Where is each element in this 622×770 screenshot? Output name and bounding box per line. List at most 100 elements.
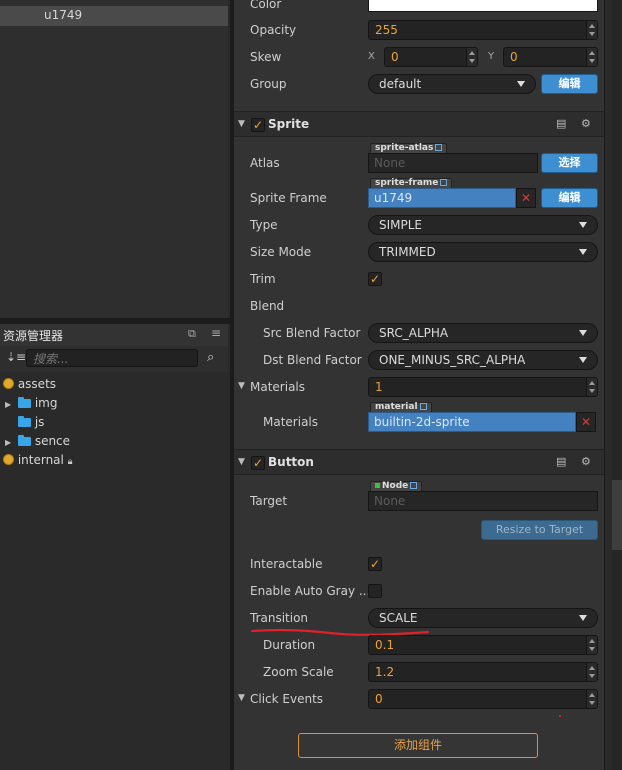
click-events-expand-icon[interactable]: ▼ (238, 693, 245, 703)
tag-label: sprite-atlas (375, 143, 434, 153)
group-value: default (379, 77, 422, 91)
spinner-icon[interactable] (586, 48, 597, 66)
blend-label: Blend (250, 299, 285, 313)
book-icon[interactable]: ▤ (556, 118, 566, 129)
materials-item-label: Materials (263, 415, 319, 429)
interactable-label: Interactable (250, 557, 323, 571)
tag-label: Node (382, 481, 409, 491)
duration-label: Duration (263, 638, 316, 652)
spinner-icon[interactable] (586, 690, 597, 708)
opacity-input[interactable]: 255 (368, 20, 598, 40)
transition-select[interactable]: SCALE (368, 608, 598, 628)
database-icon (3, 378, 14, 389)
gear-icon[interactable]: ⚙ (581, 118, 591, 129)
folder-icon (17, 397, 31, 408)
tag-label: material (375, 402, 418, 412)
trim-checkbox[interactable]: ✓ (368, 272, 382, 286)
inspector-scrollbar[interactable] (612, 0, 622, 770)
tree-item-assets[interactable]: assets (3, 375, 56, 394)
sprite-frame-field[interactable]: u1749 (368, 188, 516, 208)
group-select[interactable]: default (368, 74, 536, 94)
duration-input[interactable]: 0.1 (368, 635, 598, 655)
color-label: Color (250, 0, 282, 11)
node-icon (375, 483, 380, 488)
link-icon[interactable] (440, 179, 448, 186)
tree-item-img[interactable]: ▶ img (5, 394, 57, 413)
sprite-enabled-checkbox[interactable]: ✓ (251, 118, 265, 132)
gear-icon[interactable]: ⚙ (581, 456, 591, 467)
atlas-select-button[interactable]: 选择 (541, 153, 598, 173)
duration-value: 0.1 (375, 638, 395, 652)
add-component-button[interactable]: 添加组件 (298, 733, 538, 758)
src-blend-value: SRC_ALPHA (379, 326, 449, 340)
click-events-input[interactable]: 0 (368, 689, 598, 709)
sprite-frame-edit-button[interactable]: 编辑 (541, 188, 598, 208)
button-title: Button (268, 455, 314, 469)
assets-search-input[interactable]: 搜索... (26, 349, 198, 367)
dropdown-arrow-icon (579, 357, 587, 363)
dropdown-arrow-icon (579, 249, 587, 255)
sprite-component-header[interactable]: ▼ ✓ Sprite ▤ ⚙ (234, 111, 604, 137)
material-field[interactable]: builtin-2d-sprite (368, 412, 576, 432)
dropdown-arrow-icon (579, 222, 587, 228)
auto-gray-checkbox[interactable] (368, 584, 382, 598)
link-icon[interactable] (410, 482, 418, 489)
color-swatch[interactable] (368, 0, 598, 12)
collapse-arrow-icon[interactable]: ▼ (238, 119, 245, 129)
skew-x-input[interactable]: 0 (384, 47, 478, 67)
button-component-header[interactable]: ▼ ✓ Button ▤ ⚙ (234, 449, 604, 475)
book-icon[interactable]: ▤ (556, 456, 566, 467)
tree-item-sence[interactable]: ▶ sence (5, 432, 70, 451)
src-blend-select[interactable]: SRC_ALPHA (368, 323, 598, 343)
hierarchy-row-selected[interactable]: u1749 (0, 6, 228, 26)
type-select[interactable]: SIMPLE (368, 215, 598, 235)
atlas-label: Atlas (250, 156, 280, 170)
database-icon (3, 454, 14, 465)
dst-blend-select[interactable]: ONE_MINUS_SRC_ALPHA (368, 350, 598, 370)
skew-y-label: Y (488, 51, 495, 62)
assets-panel-title: 资源管理器 (3, 329, 64, 343)
collapse-arrow-icon[interactable]: ▼ (238, 457, 245, 467)
sprite-frame-label: Sprite Frame (250, 191, 327, 205)
lock-icon: 🔒︎ (67, 457, 73, 467)
tree-item-label: internal (17, 453, 64, 467)
expand-arrow-icon[interactable]: ▶ (5, 438, 11, 447)
link-icon[interactable] (435, 144, 443, 151)
tree-item-label: img (34, 396, 58, 410)
spinner-icon[interactable] (466, 48, 477, 66)
sort-icon[interactable]: ⇣≡ (6, 350, 26, 364)
size-mode-select[interactable]: TRIMMED (368, 242, 598, 262)
hierarchy-item-label: u1749 (44, 8, 83, 22)
group-edit-button[interactable]: 编辑 (541, 74, 598, 94)
folder-icon (18, 416, 31, 427)
resize-to-target-button[interactable]: Resize to Target (481, 520, 598, 540)
button-enabled-checkbox[interactable]: ✓ (251, 456, 265, 470)
spinner-icon[interactable] (586, 378, 597, 396)
interactable-checkbox[interactable]: ✓ (368, 557, 382, 571)
expand-arrow-icon[interactable]: ▶ (5, 400, 11, 409)
src-blend-label: Src Blend Factor (263, 326, 361, 340)
target-label: Target (250, 494, 288, 508)
zoom-scale-input[interactable]: 1.2 (368, 662, 598, 682)
tree-item-js[interactable]: js (18, 413, 44, 432)
clear-material-icon[interactable]: ✕ (576, 412, 596, 432)
zoom-scale-label: Zoom Scale (263, 665, 334, 679)
spinner-icon[interactable] (586, 663, 597, 681)
materials-count-input[interactable]: 1 (368, 377, 598, 397)
tree-item-internal[interactable]: internal 🔒︎ (3, 451, 73, 470)
link-icon[interactable] (419, 403, 427, 410)
clear-sprite-frame-icon[interactable]: ✕ (516, 188, 536, 208)
popout-icon[interactable]: ⧉ (188, 327, 196, 341)
spinner-icon[interactable] (586, 21, 597, 39)
sprite-title: Sprite (268, 117, 310, 131)
size-mode-label: Size Mode (250, 245, 312, 259)
atlas-field[interactable]: None (368, 153, 538, 173)
materials-expand-icon[interactable]: ▼ (238, 381, 245, 391)
skew-y-input[interactable]: 0 (503, 47, 598, 67)
click-events-label: Click Events (250, 692, 324, 706)
spinner-icon[interactable] (586, 636, 597, 654)
menu-icon[interactable]: ≡ (211, 326, 221, 340)
search-icon[interactable]: ⌕ (207, 350, 214, 365)
target-field[interactable]: None (368, 491, 598, 511)
scrollbar-thumb[interactable] (612, 480, 622, 550)
